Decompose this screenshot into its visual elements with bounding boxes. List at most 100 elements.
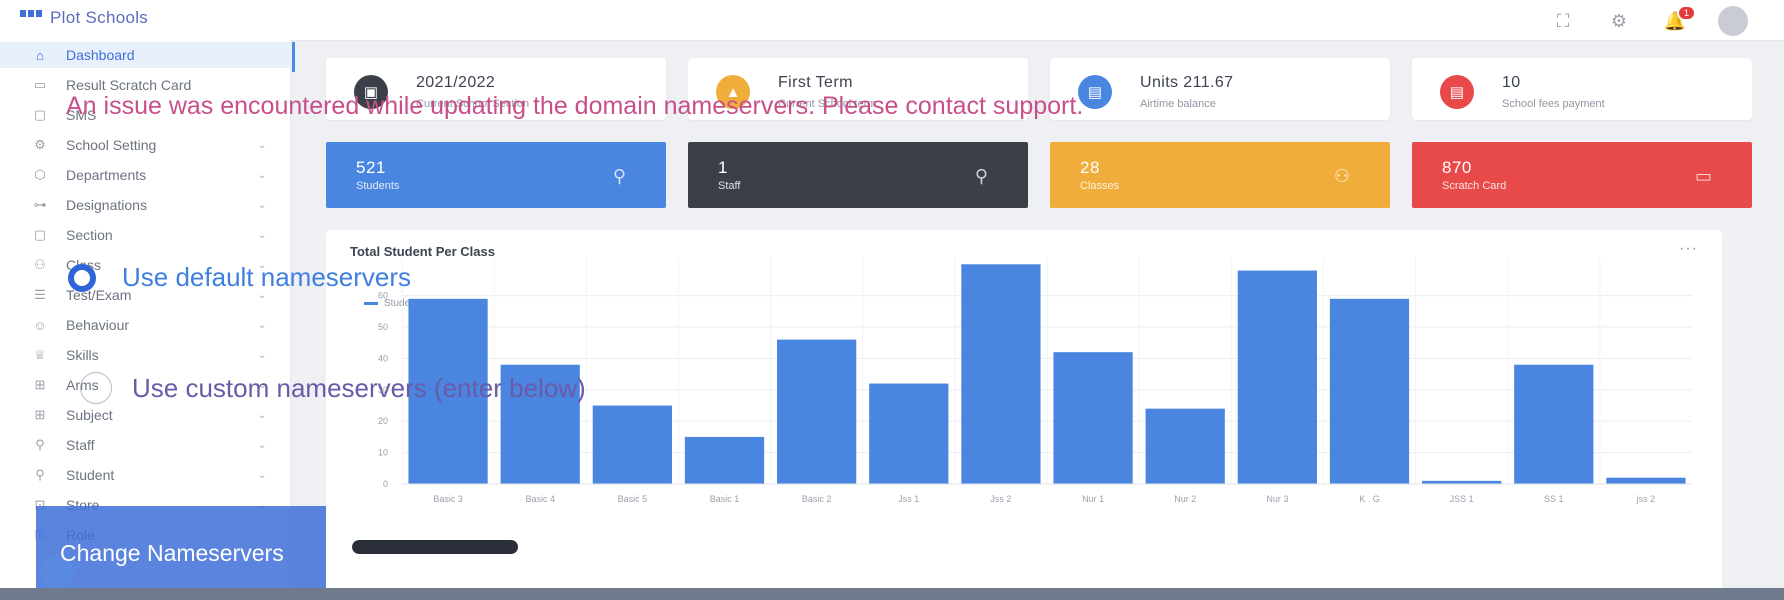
grid-icon: ⊞ (34, 377, 46, 392)
wallet-icon: ▤ (1440, 75, 1474, 109)
sidebar-item[interactable]: ⊞ Subject ⌄ (0, 402, 290, 428)
sidebar-item[interactable]: ⌂ Dashboard (0, 42, 290, 68)
progress-fill (352, 540, 518, 554)
chart-bar (592, 405, 672, 484)
info-card: ▤ 10 School fees payment (1412, 58, 1752, 120)
chart-bar (684, 436, 765, 484)
y-tick-label: 50 (378, 322, 388, 332)
legend-swatch (364, 302, 378, 305)
sidebar-item-label: Student (66, 467, 115, 483)
y-tick-label: 40 (378, 353, 388, 363)
x-tick-label: Jss 1 (898, 494, 919, 504)
chevron-down-icon[interactable]: ⌄ (258, 320, 266, 331)
stat-label: Scratch Card (1442, 180, 1507, 192)
stat-card[interactable]: 28 Classes ⚇ (1050, 142, 1390, 208)
main-content: Total Student Per Class ··· Student 0 10 20… (296, 40, 1784, 600)
radio-label-default: Use default nameservers (122, 262, 412, 292)
chevron-down-icon[interactable]: ⌄ (258, 170, 266, 181)
stat-card[interactable]: 521 Students ⚲ (326, 142, 666, 208)
radio-custom-nameservers[interactable]: Use custom nameservers (enter below) (80, 372, 586, 404)
chart-bar (869, 383, 949, 484)
x-tick-label: Nur 3 (1266, 494, 1288, 504)
x-tick-label: jss 2 (1636, 494, 1656, 504)
x-tick-label: Basic 2 (802, 494, 832, 504)
x-tick-label: Nur 1 (1082, 494, 1104, 504)
sidebar-item[interactable]: ▢ Section ⌄ (0, 222, 290, 248)
chevron-down-icon[interactable]: ⌄ (258, 350, 266, 361)
sidebar-item[interactable]: ⬡ Departments ⌄ (0, 162, 290, 188)
x-tick-label: Basic 1 (710, 494, 740, 504)
sidebar-item-label: Skills (66, 347, 99, 363)
brand[interactable]: Plot Schools (20, 8, 148, 28)
sidebar-item-label: Section (66, 227, 113, 243)
chevron-down-icon[interactable]: ⌄ (258, 200, 266, 211)
y-tick-label: 20 (378, 416, 388, 426)
user-icon: ⚲ (974, 166, 988, 186)
sidebar-item-label: Result Scratch Card (66, 77, 192, 93)
trophy-icon: ♕ (34, 347, 46, 362)
info-card: ▤ Units 211.67 Airtime balance (1050, 58, 1390, 120)
chevron-down-icon[interactable]: ⌄ (258, 410, 266, 421)
notification-badge: 1 (1676, 5, 1696, 21)
sidebar-item[interactable]: ⊶ Designations ⌄ (0, 192, 290, 218)
sidebar-item[interactable]: ⚙ School Setting ⌄ (0, 132, 290, 158)
card-icon: ▭ (33, 77, 47, 92)
chart-bar (1329, 298, 1410, 484)
chart-bar (777, 339, 857, 484)
x-tick-label: Nur 2 (1174, 494, 1196, 504)
radio-label-custom: Use custom nameservers (enter below) (132, 372, 586, 403)
sidebar-item-label: Behaviour (66, 317, 130, 333)
stat-card[interactable]: 1 Staff ⚲ (688, 142, 1028, 208)
x-tick-label: Jss 2 (990, 494, 1011, 504)
avatar[interactable] (1718, 6, 1748, 36)
user-icon: ⚲ (35, 467, 45, 482)
chevron-down-icon[interactable]: ⌄ (258, 440, 266, 451)
radio-unselected-icon[interactable] (80, 372, 112, 404)
top-bar: Plot Schools ⛶ ⚙ 🔔 1 (0, 0, 1784, 41)
info-value: 2021/2022 (416, 74, 496, 91)
stat-value: 521 (356, 158, 386, 177)
bottom-strip (0, 588, 1784, 600)
bell-icon[interactable]: 🔔 1 (1662, 5, 1696, 34)
message-icon: ▢ (33, 107, 47, 122)
stat-value: 28 (1080, 158, 1100, 177)
progress-bar (352, 540, 536, 554)
stat-label: Students (356, 180, 400, 192)
gear-icon[interactable]: ⚙ (1606, 8, 1632, 34)
stat-card[interactable]: 870 Scratch Card ▭ (1412, 142, 1752, 208)
sidebar-item-label: Designations (66, 197, 147, 213)
stat-value: 1 (718, 158, 728, 177)
fullscreen-icon[interactable]: ⛶ (1550, 8, 1576, 34)
y-tick-label: 0 (383, 479, 388, 489)
chevron-down-icon[interactable]: ⌄ (258, 470, 266, 481)
sidebar-item[interactable]: ⚲ Staff ⌄ (0, 432, 290, 458)
grid-icon: ⊞ (34, 407, 46, 422)
chevron-down-icon[interactable]: ⌄ (258, 140, 266, 151)
users-icon: ⚇ (34, 257, 46, 272)
info-value: Units 211.67 (1140, 74, 1234, 91)
list-icon: ☰ (34, 287, 46, 302)
y-tick-label: 10 (378, 448, 388, 458)
sidebar-item[interactable]: ☺ Behaviour ⌄ (0, 312, 290, 338)
sidebar-item[interactable]: ⚲ Student ⌄ (0, 462, 290, 488)
user-icon: ⚲ (612, 166, 626, 186)
info-value: 10 (1502, 74, 1521, 91)
change-nameservers-button[interactable]: Change Nameservers (60, 534, 306, 572)
tree-icon: ⊶ (33, 197, 47, 212)
sidebar-item-label: Staff (66, 437, 95, 453)
smile-icon: ☺ (33, 317, 47, 333)
chevron-down-icon[interactable]: ⌄ (258, 230, 266, 241)
x-tick-label: Basic 5 (618, 494, 648, 504)
gear-icon: ⚙ (34, 137, 46, 152)
home-icon: ⌂ (36, 47, 44, 63)
sidebar-active-indicator (292, 42, 295, 72)
info-label: Airtime balance (1140, 98, 1216, 110)
sidebar-item-label: Departments (66, 167, 147, 183)
radio-default-nameservers[interactable]: Use default nameservers (68, 262, 411, 293)
radio-selected-icon[interactable] (68, 263, 96, 292)
box-icon: ▢ (33, 227, 47, 242)
cube-icon: ⬡ (34, 167, 46, 182)
sidebar-item[interactable]: ♕ Skills ⌄ (0, 342, 290, 368)
chart-bar (1145, 408, 1225, 484)
stat-label: Classes (1080, 180, 1120, 192)
